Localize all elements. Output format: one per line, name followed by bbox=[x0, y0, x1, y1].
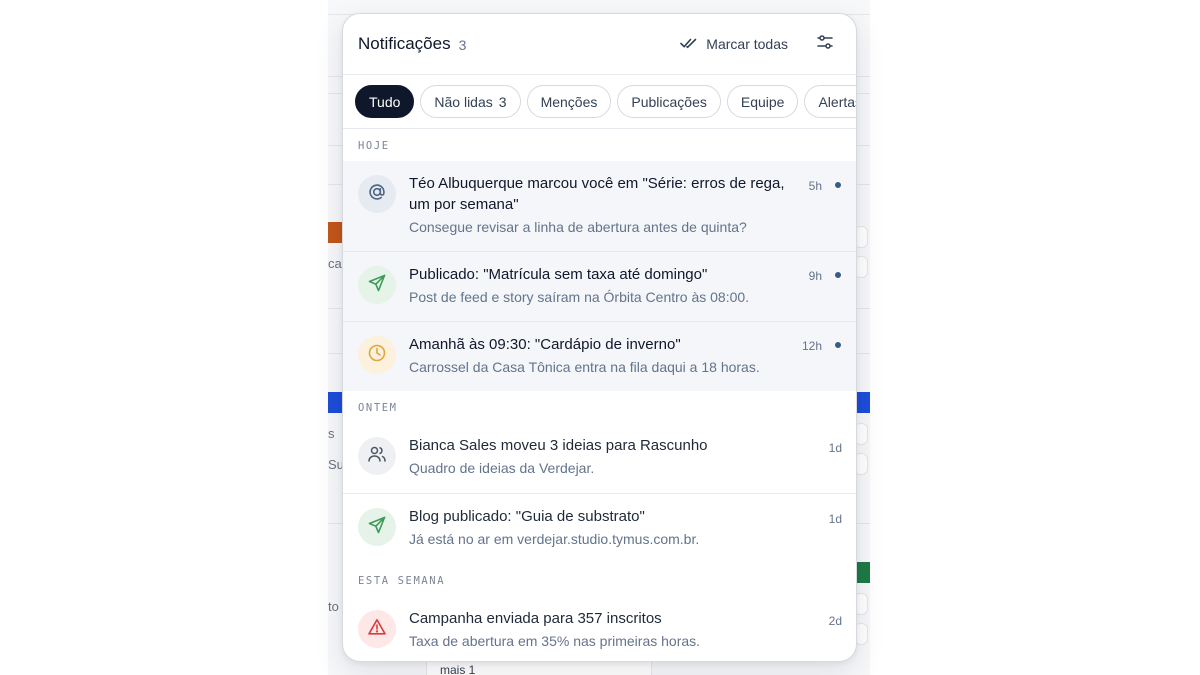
unread-dot bbox=[835, 272, 841, 278]
mark-all-read-label: Marcar todas bbox=[706, 36, 788, 52]
bg-orange-stripe bbox=[328, 222, 342, 243]
notification-item[interactable]: Campanha enviada para 357 inscritos Taxa… bbox=[343, 596, 856, 661]
section-label-today: HOJE bbox=[358, 140, 390, 152]
unread-dot bbox=[835, 182, 841, 188]
notification-avatar bbox=[358, 508, 396, 546]
notification-subtitle: Consegue revisar a linha de abertura ant… bbox=[409, 219, 747, 235]
panel-title: Notificações bbox=[358, 34, 451, 53]
notification-item[interactable]: Amanhã às 09:30: "Cardápio de inverno" C… bbox=[343, 321, 856, 391]
sliders-icon bbox=[816, 33, 834, 56]
notification-avatar bbox=[358, 610, 396, 648]
send-icon bbox=[367, 273, 387, 298]
notification-title: Bianca Sales moveu 3 ideias para Rascunh… bbox=[409, 437, 708, 454]
tab-label: Alertas bbox=[818, 93, 856, 110]
notification-avatar bbox=[358, 336, 396, 374]
notification-item[interactable]: Blog publicado: "Guia de substrato" Já e… bbox=[343, 493, 856, 564]
users-icon bbox=[367, 444, 387, 469]
notification-title: Publicado: "Matrícula sem taxa até domin… bbox=[409, 266, 708, 283]
at-sign-icon bbox=[367, 182, 387, 207]
double-check-icon bbox=[680, 36, 697, 52]
mark-all-read-button[interactable]: Marcar todas bbox=[680, 36, 788, 52]
bg-text-fragment: ca bbox=[328, 256, 342, 271]
panel-header: Notificações 3 Marcar todas bbox=[343, 14, 856, 75]
notification-title: Amanhã às 09:30: "Cardápio de inverno" bbox=[409, 336, 681, 353]
notification-time: 9h bbox=[808, 269, 822, 283]
notifications-panel: Notificações 3 Marcar todas Tudo Não lid… bbox=[342, 13, 857, 662]
tab-label: Publicações bbox=[631, 93, 707, 110]
tab-count: 3 bbox=[498, 93, 507, 110]
notification-avatar bbox=[358, 437, 396, 475]
unread-count: 3 bbox=[458, 37, 467, 53]
notification-time: 2d bbox=[828, 614, 842, 628]
bg-text-fragment: to bbox=[328, 599, 339, 614]
bg-more-link[interactable]: mais 1 bbox=[440, 663, 475, 675]
notification-title: Blog publicado: "Guia de substrato" bbox=[409, 508, 645, 525]
bg-green-stripe bbox=[856, 562, 870, 583]
notification-time: 1d bbox=[828, 512, 842, 526]
section-label-yesterday: ONTEM bbox=[358, 402, 398, 414]
tab-alerts[interactable]: Alertas bbox=[804, 85, 856, 118]
notification-list[interactable]: HOJE Téo Albuquerque marcou você em "Sér… bbox=[343, 129, 856, 661]
bg-blue-stripe-left bbox=[328, 392, 342, 413]
notification-subtitle: Post de feed e story saíram na Órbita Ce… bbox=[409, 289, 750, 305]
bg-text-fragment: s bbox=[328, 426, 335, 441]
notification-time: 1d bbox=[828, 441, 842, 455]
notification-item[interactable]: Publicado: "Matrícula sem taxa até domin… bbox=[343, 251, 856, 321]
notification-subtitle: Taxa de abertura em 35% nas primeiras ho… bbox=[409, 633, 701, 649]
tab-unread[interactable]: Não lidas 3 bbox=[420, 85, 521, 118]
tab-team[interactable]: Equipe bbox=[726, 85, 799, 118]
tab-publications[interactable]: Publicações bbox=[617, 85, 721, 118]
tab-all[interactable]: Tudo bbox=[355, 85, 415, 118]
clock-icon bbox=[367, 343, 387, 368]
notification-title: Téo Albuquerque marcou você em "Série: e… bbox=[409, 175, 785, 213]
tab-label: Menções bbox=[540, 93, 598, 110]
notification-avatar bbox=[358, 266, 396, 304]
tab-label: Tudo bbox=[369, 93, 401, 110]
alert-triangle-icon bbox=[367, 617, 387, 642]
notification-subtitle: Já está no ar em verdejar.studio.tymus.c… bbox=[409, 531, 700, 547]
send-icon bbox=[367, 515, 387, 540]
notification-time: 5h bbox=[808, 179, 822, 193]
filter-tabs: Tudo Não lidas 3 Menções Publicações Equ… bbox=[343, 75, 856, 129]
notification-subtitle: Carrossel da Casa Tônica entra na fila d… bbox=[409, 359, 760, 375]
notification-title: Campanha enviada para 357 inscritos bbox=[409, 610, 662, 627]
unread-dot bbox=[835, 342, 841, 348]
tab-label: Não lidas bbox=[434, 93, 493, 110]
filter-settings-button[interactable] bbox=[810, 29, 840, 59]
notification-item[interactable]: Téo Albuquerque marcou você em "Série: e… bbox=[343, 161, 856, 251]
notification-item[interactable]: Bianca Sales moveu 3 ideias para Rascunh… bbox=[343, 423, 856, 493]
tab-label: Equipe bbox=[740, 93, 785, 110]
section-label-this-week: ESTA SEMANA bbox=[358, 575, 446, 587]
notification-subtitle: Quadro de ideias da Verdejar. bbox=[409, 460, 595, 476]
notification-time: 12h bbox=[801, 339, 822, 353]
bg-blue-stripe-right bbox=[856, 392, 870, 413]
tab-mentions[interactable]: Menções bbox=[526, 85, 612, 118]
notification-avatar bbox=[358, 175, 396, 213]
